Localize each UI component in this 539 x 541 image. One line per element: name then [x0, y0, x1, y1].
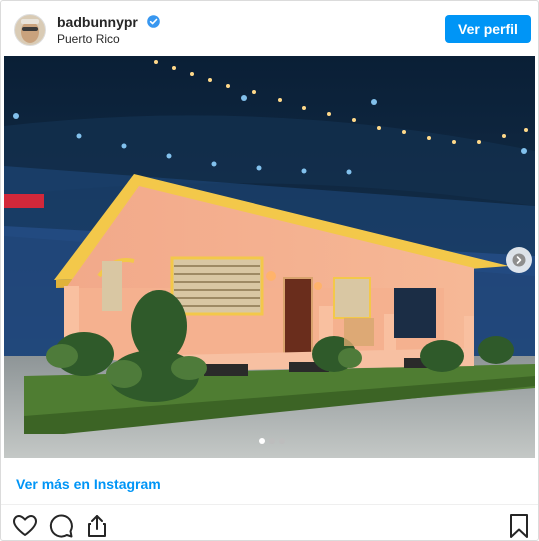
- action-bar: [1, 512, 538, 540]
- post-photo[interactable]: [4, 56, 535, 458]
- view-profile-button[interactable]: Ver perfil: [445, 15, 531, 43]
- heart-icon[interactable]: [11, 512, 39, 540]
- location-link[interactable]: Puerto Rico: [57, 32, 120, 46]
- bookmark-icon[interactable]: [505, 512, 533, 540]
- post-header: badbunnypr Puerto Rico Ver perfil: [1, 1, 538, 56]
- avatar[interactable]: [14, 14, 46, 46]
- view-more-link[interactable]: Ver más en Instagram: [16, 476, 161, 492]
- username[interactable]: badbunnypr: [57, 14, 138, 30]
- carousel-dot: [259, 438, 265, 444]
- next-arrow-icon: [512, 253, 526, 267]
- carousel-dot: [269, 438, 275, 444]
- instagram-embed-card: badbunnypr Puerto Rico Ver perfil Ver má…: [0, 0, 539, 541]
- divider: [1, 504, 538, 505]
- verified-badge-icon: [147, 15, 160, 28]
- share-icon[interactable]: [83, 512, 111, 540]
- comment-icon[interactable]: [47, 512, 75, 540]
- next-slide-button[interactable]: [506, 247, 532, 273]
- carousel-indicator: [259, 438, 285, 444]
- carousel-dot: [279, 438, 285, 444]
